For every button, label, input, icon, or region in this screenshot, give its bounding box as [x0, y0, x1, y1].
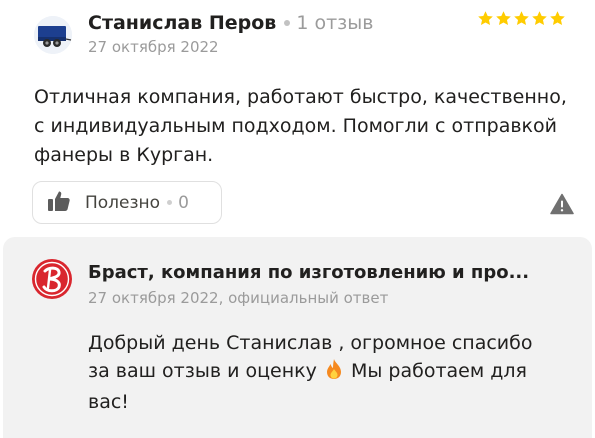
star-icon — [513, 10, 530, 27]
separator-dot — [167, 200, 173, 205]
helpful-button[interactable]: Полезно 0 — [32, 181, 222, 224]
separator-dot — [284, 20, 291, 26]
helpful-label: Полезно — [85, 192, 161, 213]
report-button[interactable] — [550, 193, 574, 219]
star-icon — [549, 10, 566, 27]
helpful-count: 0 — [178, 192, 189, 213]
thumbs-up-icon — [47, 189, 71, 217]
review-text: Отличная компания, работают быстро, каче… — [34, 86, 567, 166]
reviewer-avatar[interactable] — [34, 16, 72, 54]
author-name[interactable]: Станислав Перов — [88, 12, 276, 34]
author-review-count[interactable]: 1 отзыв — [296, 12, 373, 34]
company-name[interactable]: Браст, компания по изготовлению и про... — [88, 262, 568, 283]
review-date: 27 октября 2022 — [88, 38, 219, 56]
reply-text: Добрый день Станислав , огромное спасибо… — [88, 329, 558, 416]
official-reply: Браст, компания по изготовлению и про...… — [3, 237, 592, 438]
star-icon — [531, 10, 548, 27]
star-icon — [477, 10, 494, 27]
rating-stars — [477, 10, 566, 27]
company-logo[interactable] — [32, 259, 72, 299]
flame-icon — [325, 358, 343, 388]
review-author: Станислав Перов 1 отзыв — [88, 10, 373, 36]
warning-icon — [550, 193, 574, 219]
star-icon — [495, 10, 512, 27]
reply-date: 27 октября 2022, официальный ответ — [88, 289, 389, 307]
